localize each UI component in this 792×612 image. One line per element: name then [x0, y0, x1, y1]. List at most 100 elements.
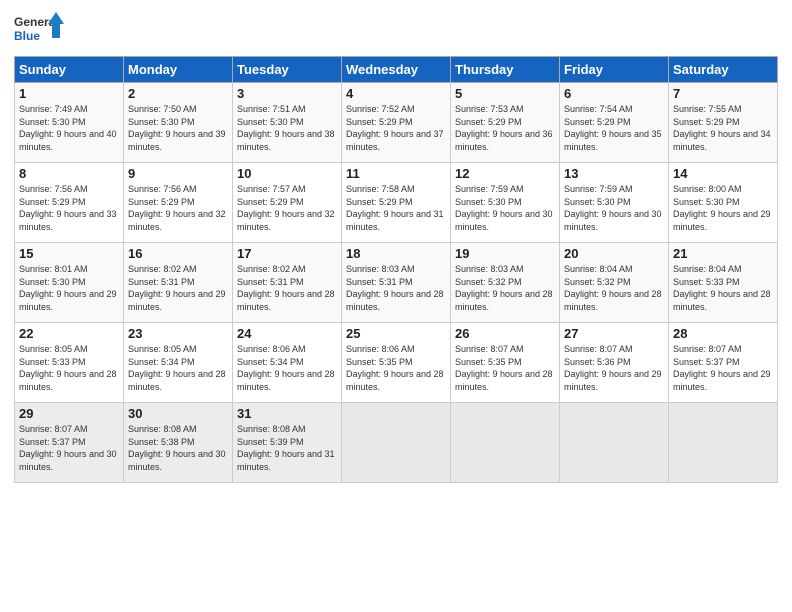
cell-details: Sunrise: 8:05 AMSunset: 5:33 PMDaylight:… [19, 343, 119, 393]
calendar-cell [342, 403, 451, 483]
day-number: 13 [564, 166, 664, 181]
calendar-cell: 6 Sunrise: 7:54 AMSunset: 5:29 PMDaylight… [560, 83, 669, 163]
calendar-cell: 24 Sunrise: 8:06 AMSunset: 5:34 PMDayligh… [233, 323, 342, 403]
calendar-cell: 28 Sunrise: 8:07 AMSunset: 5:37 PMDayligh… [669, 323, 778, 403]
day-number: 11 [346, 166, 446, 181]
day-number: 25 [346, 326, 446, 341]
cell-details: Sunrise: 7:56 AMSunset: 5:29 PMDaylight:… [19, 183, 119, 233]
day-number: 21 [673, 246, 773, 261]
calendar-cell: 16Sunrise: 8:02 AMSunset: 5:31 PMDayligh… [124, 243, 233, 323]
calendar-cell: 18 Sunrise: 8:03 AMSunset: 5:31 PMDayligh… [342, 243, 451, 323]
calendar-table: SundayMondayTuesdayWednesdayThursdayFrid… [14, 56, 778, 483]
calendar-week-5: 29Sunrise: 8:07 AMSunset: 5:37 PMDayligh… [15, 403, 778, 483]
day-number: 12 [455, 166, 555, 181]
calendar-cell [669, 403, 778, 483]
day-number: 6 [564, 86, 664, 101]
day-header-saturday: Saturday [669, 57, 778, 83]
calendar-cell: 13 Sunrise: 7:59 AMSunset: 5:30 PMDayligh… [560, 163, 669, 243]
calendar-cell: 1 Sunrise: 7:49 AMSunset: 5:30 PMDaylight… [15, 83, 124, 163]
cell-details: Sunrise: 7:49 AMSunset: 5:30 PMDaylight:… [19, 103, 119, 153]
cell-details: Sunrise: 8:06 AMSunset: 5:34 PMDaylight:… [237, 343, 337, 393]
logo: General Blue [14, 10, 64, 48]
calendar-cell: 5 Sunrise: 7:53 AMSunset: 5:29 PMDaylight… [451, 83, 560, 163]
day-number: 23 [128, 326, 228, 341]
day-number: 28 [673, 326, 773, 341]
cell-details: Sunrise: 7:52 AMSunset: 5:29 PMDaylight:… [346, 103, 446, 153]
cell-details: Sunrise: 7:53 AMSunset: 5:29 PMDaylight:… [455, 103, 555, 153]
calendar-cell: 29Sunrise: 8:07 AMSunset: 5:37 PMDayligh… [15, 403, 124, 483]
day-number: 5 [455, 86, 555, 101]
calendar-cell: 15Sunrise: 8:01 AMSunset: 5:30 PMDayligh… [15, 243, 124, 323]
cell-details: Sunrise: 8:00 AMSunset: 5:30 PMDaylight:… [673, 183, 773, 233]
day-number: 22 [19, 326, 119, 341]
cell-details: Sunrise: 8:03 AMSunset: 5:32 PMDaylight:… [455, 263, 555, 313]
day-header-monday: Monday [124, 57, 233, 83]
day-number: 8 [19, 166, 119, 181]
cell-details: Sunrise: 8:08 AMSunset: 5:38 PMDaylight:… [128, 423, 228, 473]
calendar-cell: 27 Sunrise: 8:07 AMSunset: 5:36 PMDayligh… [560, 323, 669, 403]
calendar-cell: 30Sunrise: 8:08 AMSunset: 5:38 PMDayligh… [124, 403, 233, 483]
calendar-cell: 17 Sunrise: 8:02 AMSunset: 5:31 PMDayligh… [233, 243, 342, 323]
day-number: 17 [237, 246, 337, 261]
cell-details: Sunrise: 8:06 AMSunset: 5:35 PMDaylight:… [346, 343, 446, 393]
day-header-thursday: Thursday [451, 57, 560, 83]
day-header-tuesday: Tuesday [233, 57, 342, 83]
cell-details: Sunrise: 7:56 AMSunset: 5:29 PMDaylight:… [128, 183, 228, 233]
day-number: 1 [19, 86, 119, 101]
day-number: 20 [564, 246, 664, 261]
calendar-cell: 9 Sunrise: 7:56 AMSunset: 5:29 PMDaylight… [124, 163, 233, 243]
calendar-cell: 14 Sunrise: 8:00 AMSunset: 5:30 PMDayligh… [669, 163, 778, 243]
calendar-cell [560, 403, 669, 483]
day-number: 29 [19, 406, 119, 421]
cell-details: Sunrise: 7:50 AMSunset: 5:30 PMDaylight:… [128, 103, 228, 153]
cell-details: Sunrise: 8:02 AMSunset: 5:31 PMDaylight:… [128, 263, 228, 313]
calendar-cell: 23 Sunrise: 8:05 AMSunset: 5:34 PMDayligh… [124, 323, 233, 403]
cell-details: Sunrise: 7:55 AMSunset: 5:29 PMDaylight:… [673, 103, 773, 153]
day-number: 9 [128, 166, 228, 181]
calendar-cell: 10 Sunrise: 7:57 AMSunset: 5:29 PMDayligh… [233, 163, 342, 243]
calendar-cell: 12 Sunrise: 7:59 AMSunset: 5:30 PMDayligh… [451, 163, 560, 243]
day-number: 19 [455, 246, 555, 261]
day-number: 10 [237, 166, 337, 181]
cell-details: Sunrise: 8:08 AMSunset: 5:39 PMDaylight:… [237, 423, 337, 473]
calendar-cell: 31 Sunrise: 8:08 AMSunset: 5:39 PMDayligh… [233, 403, 342, 483]
calendar-week-3: 15Sunrise: 8:01 AMSunset: 5:30 PMDayligh… [15, 243, 778, 323]
cell-details: Sunrise: 7:59 AMSunset: 5:30 PMDaylight:… [455, 183, 555, 233]
header: General Blue [14, 10, 778, 48]
cell-details: Sunrise: 8:01 AMSunset: 5:30 PMDaylight:… [19, 263, 119, 313]
svg-text:Blue: Blue [14, 29, 40, 43]
day-number: 26 [455, 326, 555, 341]
day-number: 31 [237, 406, 337, 421]
cell-details: Sunrise: 7:59 AMSunset: 5:30 PMDaylight:… [564, 183, 664, 233]
cell-details: Sunrise: 8:04 AMSunset: 5:32 PMDaylight:… [564, 263, 664, 313]
logo-svg: General Blue [14, 10, 64, 48]
calendar-cell: 26 Sunrise: 8:07 AMSunset: 5:35 PMDayligh… [451, 323, 560, 403]
calendar-cell: 8 Sunrise: 7:56 AMSunset: 5:29 PMDaylight… [15, 163, 124, 243]
day-number: 14 [673, 166, 773, 181]
calendar-week-2: 8 Sunrise: 7:56 AMSunset: 5:29 PMDaylight… [15, 163, 778, 243]
calendar-cell: 7 Sunrise: 7:55 AMSunset: 5:29 PMDaylight… [669, 83, 778, 163]
calendar-cell [451, 403, 560, 483]
cell-details: Sunrise: 8:07 AMSunset: 5:35 PMDaylight:… [455, 343, 555, 393]
cell-details: Sunrise: 7:51 AMSunset: 5:30 PMDaylight:… [237, 103, 337, 153]
cell-details: Sunrise: 7:57 AMSunset: 5:29 PMDaylight:… [237, 183, 337, 233]
cell-details: Sunrise: 8:07 AMSunset: 5:37 PMDaylight:… [673, 343, 773, 393]
calendar-header: SundayMondayTuesdayWednesdayThursdayFrid… [15, 57, 778, 83]
day-number: 18 [346, 246, 446, 261]
day-number: 2 [128, 86, 228, 101]
calendar-cell: 2 Sunrise: 7:50 AMSunset: 5:30 PMDaylight… [124, 83, 233, 163]
day-number: 7 [673, 86, 773, 101]
calendar-cell: 4Sunrise: 7:52 AMSunset: 5:29 PMDaylight… [342, 83, 451, 163]
cell-details: Sunrise: 8:02 AMSunset: 5:31 PMDaylight:… [237, 263, 337, 313]
cell-details: Sunrise: 8:03 AMSunset: 5:31 PMDaylight:… [346, 263, 446, 313]
cell-details: Sunrise: 8:07 AMSunset: 5:36 PMDaylight:… [564, 343, 664, 393]
calendar-cell: 3 Sunrise: 7:51 AMSunset: 5:30 PMDaylight… [233, 83, 342, 163]
day-number: 27 [564, 326, 664, 341]
page-container: General Blue SundayMondayTuesdayWednesda… [0, 0, 792, 491]
cell-details: Sunrise: 8:04 AMSunset: 5:33 PMDaylight:… [673, 263, 773, 313]
day-number: 24 [237, 326, 337, 341]
cell-details: Sunrise: 7:54 AMSunset: 5:29 PMDaylight:… [564, 103, 664, 153]
cell-details: Sunrise: 8:05 AMSunset: 5:34 PMDaylight:… [128, 343, 228, 393]
day-number: 3 [237, 86, 337, 101]
cell-details: Sunrise: 7:58 AMSunset: 5:29 PMDaylight:… [346, 183, 446, 233]
